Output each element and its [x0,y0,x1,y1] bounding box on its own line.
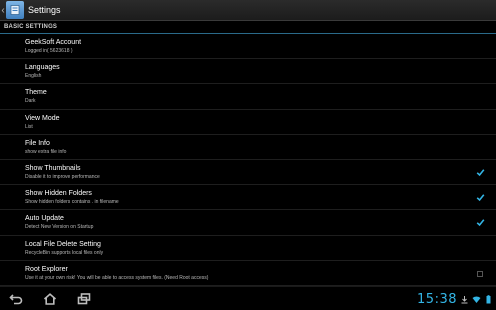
setting-summary: show extra file info [25,148,67,155]
setting-show-hidden-folders[interactable]: Show Hidden Folders Show hidden folders … [0,185,496,211]
setting-summary: RecycleBin supports local files only [25,249,104,256]
setting-title: Auto Update [25,215,64,223]
status-tray[interactable]: 15:38 [417,287,496,310]
setting-summary: Disable it to improve performance [25,173,100,180]
section-header: BASIC SETTINGS [0,21,496,34]
setting-summary: Show hidden folders contains . in filena… [25,199,119,206]
setting-summary: Dark [25,98,36,105]
setting-geeksoft-account[interactable]: GeekSoft Account Logged in( 5623618 ) [0,34,496,60]
setting-title: Local File Delete Setting [25,240,101,248]
settings-list: GeekSoft Account Logged in( 5623618 ) La… [0,34,496,286]
setting-title: Theme [25,89,47,97]
setting-local-file-delete[interactable]: Local File Delete Setting RecycleBin sup… [0,236,496,261]
battery-icon [484,294,493,304]
wifi-icon [472,295,481,304]
setting-file-info[interactable]: File Info show extra file info [0,135,496,160]
file-manager-icon[interactable] [6,1,24,19]
setting-title: File Info [25,139,50,147]
home-icon[interactable] [41,291,59,307]
setting-view-mode[interactable]: View Mode List [0,110,496,135]
setting-show-thumbnails[interactable]: Show Thumbnails Disable it to improve pe… [0,160,496,186]
download-icon [460,295,469,304]
checkbox-checked-icon[interactable] [476,218,485,227]
system-nav-bar: 15:38 [0,286,496,310]
checkbox-checked-icon[interactable] [476,168,485,177]
clock: 15:38 [417,291,457,307]
setting-summary: Detect New Version on Startup [25,224,94,231]
recent-apps-icon[interactable] [75,291,93,307]
action-bar: ‹ Settings [0,0,496,21]
setting-auto-update[interactable]: Auto Update Detect New Version on Startu… [0,210,496,236]
setting-summary: English [25,73,42,80]
back-icon[interactable] [7,291,25,307]
checkbox-checked-icon[interactable] [476,193,485,202]
section-header-label: BASIC SETTINGS [4,24,58,30]
setting-title: Languages [25,64,60,72]
setting-title: GeekSoft Account [25,39,82,46]
setting-summary: List [25,123,33,130]
checkbox-unchecked-icon[interactable] [477,270,483,277]
setting-languages[interactable]: Languages English [0,59,496,85]
setting-theme[interactable]: Theme Dark [0,84,496,110]
setting-title: Show Hidden Folders [25,190,92,198]
setting-root-explorer[interactable]: Root Explorer Use it at your own risk! Y… [0,261,496,286]
setting-title: View Mode [25,114,60,122]
setting-title: Show Thumbnails [25,164,81,172]
setting-summary: Use it at your own risk! You will be abl… [25,274,209,281]
setting-summary: Logged in( 5623618 ) [25,48,73,54]
setting-title: Root Explorer [25,265,68,273]
page-title: Settings [28,5,61,15]
